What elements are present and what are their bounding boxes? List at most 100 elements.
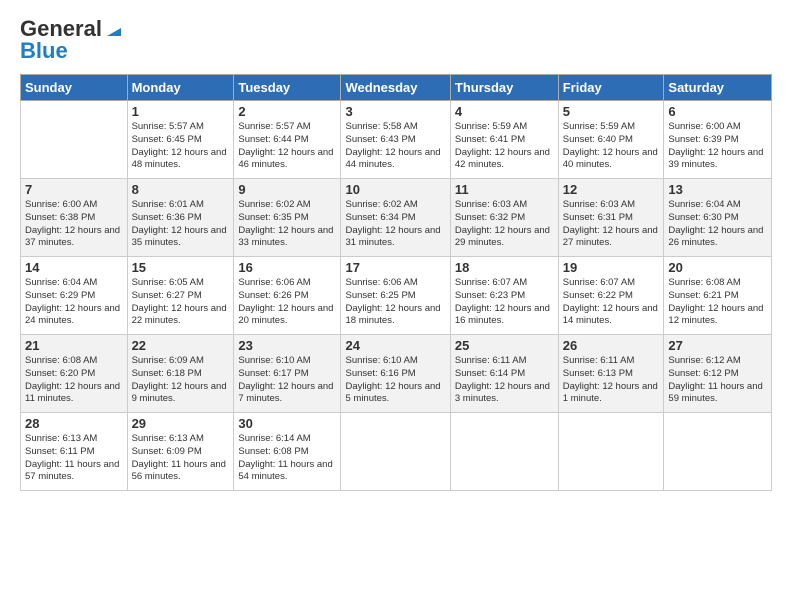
table-row: 13 Sunrise: 6:04 AM Sunset: 6:30 PM Dayli… <box>664 179 772 257</box>
table-row: 17 Sunrise: 6:06 AM Sunset: 6:25 PM Dayli… <box>341 257 450 335</box>
day-info: Sunrise: 6:08 AM Sunset: 6:21 PM Dayligh… <box>668 277 767 328</box>
table-row: 2 Sunrise: 5:57 AM Sunset: 6:44 PM Daylig… <box>234 101 341 179</box>
table-row <box>21 101 128 179</box>
day-number: 14 <box>25 260 123 275</box>
calendar-table: Sunday Monday Tuesday Wednesday Thursday… <box>20 74 772 491</box>
day-info: Sunrise: 6:03 AM Sunset: 6:31 PM Dayligh… <box>563 199 660 250</box>
table-row: 14 Sunrise: 6:04 AM Sunset: 6:29 PM Dayli… <box>21 257 128 335</box>
day-number: 2 <box>238 104 336 119</box>
table-row: 16 Sunrise: 6:06 AM Sunset: 6:26 PM Dayli… <box>234 257 341 335</box>
header-monday: Monday <box>127 75 234 101</box>
table-row: 25 Sunrise: 6:11 AM Sunset: 6:14 PM Dayli… <box>450 335 558 413</box>
table-row: 1 Sunrise: 5:57 AM Sunset: 6:45 PM Daylig… <box>127 101 234 179</box>
day-info: Sunrise: 6:02 AM Sunset: 6:35 PM Dayligh… <box>238 199 336 250</box>
day-number: 15 <box>132 260 230 275</box>
day-number: 23 <box>238 338 336 353</box>
day-info: Sunrise: 6:11 AM Sunset: 6:13 PM Dayligh… <box>563 355 660 406</box>
day-info: Sunrise: 6:03 AM Sunset: 6:32 PM Dayligh… <box>455 199 554 250</box>
day-info: Sunrise: 6:04 AM Sunset: 6:30 PM Dayligh… <box>668 199 767 250</box>
table-row: 30 Sunrise: 6:14 AM Sunset: 6:08 PM Dayli… <box>234 413 341 491</box>
calendar-week-row: 1 Sunrise: 5:57 AM Sunset: 6:45 PM Daylig… <box>21 101 772 179</box>
header-wednesday: Wednesday <box>341 75 450 101</box>
table-row: 18 Sunrise: 6:07 AM Sunset: 6:23 PM Dayli… <box>450 257 558 335</box>
table-row: 19 Sunrise: 6:07 AM Sunset: 6:22 PM Dayli… <box>558 257 664 335</box>
day-number: 1 <box>132 104 230 119</box>
table-row: 23Sunrise: 6:10 AM Sunset: 6:17 PM Dayli… <box>234 335 341 413</box>
day-info: Sunrise: 6:12 AM Sunset: 6:12 PM Dayligh… <box>668 355 767 406</box>
header-friday: Friday <box>558 75 664 101</box>
header-sunday: Sunday <box>21 75 128 101</box>
logo-icon <box>103 18 125 40</box>
table-row: 8 Sunrise: 6:01 AM Sunset: 6:36 PM Daylig… <box>127 179 234 257</box>
day-info: Sunrise: 6:09 AM Sunset: 6:18 PM Dayligh… <box>132 355 230 406</box>
day-number: 19 <box>563 260 660 275</box>
day-info: Sunrise: 6:10 AM Sunset: 6:16 PM Dayligh… <box>345 355 445 406</box>
day-number: 29 <box>132 416 230 431</box>
day-number: 9 <box>238 182 336 197</box>
table-row: 22 Sunrise: 6:09 AM Sunset: 6:18 PM Dayli… <box>127 335 234 413</box>
day-number: 4 <box>455 104 554 119</box>
table-row <box>341 413 450 491</box>
day-info: Sunrise: 6:00 AM Sunset: 6:39 PM Dayligh… <box>668 121 767 172</box>
day-number: 13 <box>668 182 767 197</box>
header-saturday: Saturday <box>664 75 772 101</box>
table-row: 20Sunrise: 6:08 AM Sunset: 6:21 PM Dayli… <box>664 257 772 335</box>
day-number: 27 <box>668 338 767 353</box>
day-info: Sunrise: 6:04 AM Sunset: 6:29 PM Dayligh… <box>25 277 123 328</box>
table-row: 11Sunrise: 6:03 AM Sunset: 6:32 PM Dayli… <box>450 179 558 257</box>
day-number: 26 <box>563 338 660 353</box>
table-row: 15 Sunrise: 6:05 AM Sunset: 6:27 PM Dayli… <box>127 257 234 335</box>
header-tuesday: Tuesday <box>234 75 341 101</box>
table-row: 21Sunrise: 6:08 AM Sunset: 6:20 PM Dayli… <box>21 335 128 413</box>
day-info: Sunrise: 6:01 AM Sunset: 6:36 PM Dayligh… <box>132 199 230 250</box>
calendar-week-row: 28 Sunrise: 6:13 AM Sunset: 6:11 PM Dayli… <box>21 413 772 491</box>
day-number: 28 <box>25 416 123 431</box>
table-row <box>664 413 772 491</box>
calendar-week-row: 21Sunrise: 6:08 AM Sunset: 6:20 PM Dayli… <box>21 335 772 413</box>
day-number: 25 <box>455 338 554 353</box>
day-number: 16 <box>238 260 336 275</box>
table-row: 26 Sunrise: 6:11 AM Sunset: 6:13 PM Dayli… <box>558 335 664 413</box>
day-number: 5 <box>563 104 660 119</box>
day-number: 24 <box>345 338 445 353</box>
day-number: 8 <box>132 182 230 197</box>
table-row: 12 Sunrise: 6:03 AM Sunset: 6:31 PM Dayli… <box>558 179 664 257</box>
day-info: Sunrise: 6:13 AM Sunset: 6:11 PM Dayligh… <box>25 433 123 484</box>
table-row: 27 Sunrise: 6:12 AM Sunset: 6:12 PM Dayli… <box>664 335 772 413</box>
day-info: Sunrise: 6:11 AM Sunset: 6:14 PM Dayligh… <box>455 355 554 406</box>
table-row <box>450 413 558 491</box>
table-row: 7Sunrise: 6:00 AM Sunset: 6:38 PM Daylig… <box>21 179 128 257</box>
day-info: Sunrise: 6:14 AM Sunset: 6:08 PM Dayligh… <box>238 433 336 484</box>
table-row: 4 Sunrise: 5:59 AM Sunset: 6:41 PM Daylig… <box>450 101 558 179</box>
day-info: Sunrise: 6:07 AM Sunset: 6:22 PM Dayligh… <box>563 277 660 328</box>
logo-blue: Blue <box>20 38 68 64</box>
header-thursday: Thursday <box>450 75 558 101</box>
page-header: General Blue <box>20 16 772 64</box>
day-info: Sunrise: 6:05 AM Sunset: 6:27 PM Dayligh… <box>132 277 230 328</box>
day-number: 30 <box>238 416 336 431</box>
table-row: 24 Sunrise: 6:10 AM Sunset: 6:16 PM Dayli… <box>341 335 450 413</box>
table-row: 6 Sunrise: 6:00 AM Sunset: 6:39 PM Daylig… <box>664 101 772 179</box>
day-info: Sunrise: 5:59 AM Sunset: 6:40 PM Dayligh… <box>563 121 660 172</box>
day-number: 22 <box>132 338 230 353</box>
day-info: Sunrise: 5:59 AM Sunset: 6:41 PM Dayligh… <box>455 121 554 172</box>
day-info: Sunrise: 6:13 AM Sunset: 6:09 PM Dayligh… <box>132 433 230 484</box>
day-number: 6 <box>668 104 767 119</box>
calendar-week-row: 14 Sunrise: 6:04 AM Sunset: 6:29 PM Dayli… <box>21 257 772 335</box>
table-row: 29 Sunrise: 6:13 AM Sunset: 6:09 PM Dayli… <box>127 413 234 491</box>
table-row <box>558 413 664 491</box>
day-number: 12 <box>563 182 660 197</box>
day-info: Sunrise: 6:06 AM Sunset: 6:26 PM Dayligh… <box>238 277 336 328</box>
day-number: 17 <box>345 260 445 275</box>
day-info: Sunrise: 6:00 AM Sunset: 6:38 PM Dayligh… <box>25 199 123 250</box>
logo: General Blue <box>20 16 125 64</box>
day-info: Sunrise: 6:06 AM Sunset: 6:25 PM Dayligh… <box>345 277 445 328</box>
day-info: Sunrise: 6:02 AM Sunset: 6:34 PM Dayligh… <box>345 199 445 250</box>
day-info: Sunrise: 5:57 AM Sunset: 6:44 PM Dayligh… <box>238 121 336 172</box>
table-row: 9 Sunrise: 6:02 AM Sunset: 6:35 PM Daylig… <box>234 179 341 257</box>
day-info: Sunrise: 6:07 AM Sunset: 6:23 PM Dayligh… <box>455 277 554 328</box>
day-number: 3 <box>345 104 445 119</box>
day-number: 18 <box>455 260 554 275</box>
day-info: Sunrise: 5:57 AM Sunset: 6:45 PM Dayligh… <box>132 121 230 172</box>
day-info: Sunrise: 5:58 AM Sunset: 6:43 PM Dayligh… <box>345 121 445 172</box>
